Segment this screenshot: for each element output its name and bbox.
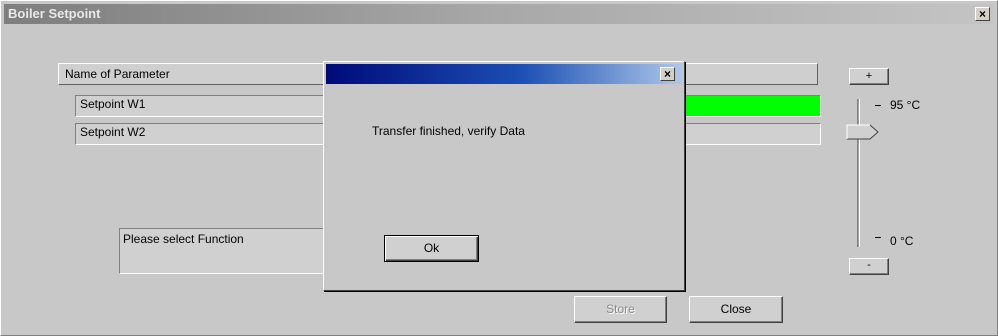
decrease-button[interactable]: - xyxy=(849,258,889,275)
slider-min-label: 0 °C xyxy=(890,234,914,248)
parameter-name: Setpoint W1 xyxy=(80,97,146,111)
parameter-row-w2-name[interactable]: Setpoint W2 xyxy=(75,123,325,145)
ok-button-label: Ok xyxy=(423,241,440,255)
transfer-dialog: × Transfer finished, verify Data Ok xyxy=(323,61,685,291)
store-button[interactable]: Store xyxy=(574,296,667,323)
boiler-setpoint-window: Boiler Setpoint × Name of Parameter Setp… xyxy=(0,0,998,336)
slider-max-label: 95 °C xyxy=(890,98,921,112)
parameter-name: Setpoint W2 xyxy=(80,125,146,139)
parameter-row-w1-name[interactable]: Setpoint W1 xyxy=(75,95,325,117)
parameter-row-w2-status xyxy=(685,123,821,145)
close-button-label: Close xyxy=(720,302,752,316)
minus-icon: - xyxy=(867,259,871,271)
window-title: Boiler Setpoint xyxy=(8,6,101,21)
window-titlebar[interactable]: Boiler Setpoint × xyxy=(4,4,993,24)
ok-button[interactable]: Ok xyxy=(384,235,479,262)
setpoint-slider-thumb[interactable] xyxy=(846,124,882,143)
dialog-message: Transfer finished, verify Data xyxy=(372,124,525,138)
slider-min-tick xyxy=(875,237,881,238)
dialog-titlebar[interactable]: × xyxy=(326,64,682,84)
plus-icon: + xyxy=(865,70,873,82)
close-icon: × xyxy=(978,7,986,21)
increase-button[interactable]: + xyxy=(849,68,889,85)
close-button[interactable]: Close xyxy=(689,296,783,323)
slider-max-tick xyxy=(875,105,881,106)
store-button-label: Store xyxy=(606,302,635,316)
parameter-row-w1-status xyxy=(685,95,821,117)
setpoint-slider-track[interactable] xyxy=(857,99,860,247)
parameter-header-label: Name of Parameter xyxy=(65,67,170,81)
slider-thumb-icon xyxy=(846,124,879,140)
function-message-box: Please select Function xyxy=(119,228,327,274)
close-icon: × xyxy=(663,67,671,81)
window-close-button[interactable]: × xyxy=(975,7,990,21)
dialog-close-button[interactable]: × xyxy=(660,67,675,81)
function-message: Please select Function xyxy=(123,232,244,246)
